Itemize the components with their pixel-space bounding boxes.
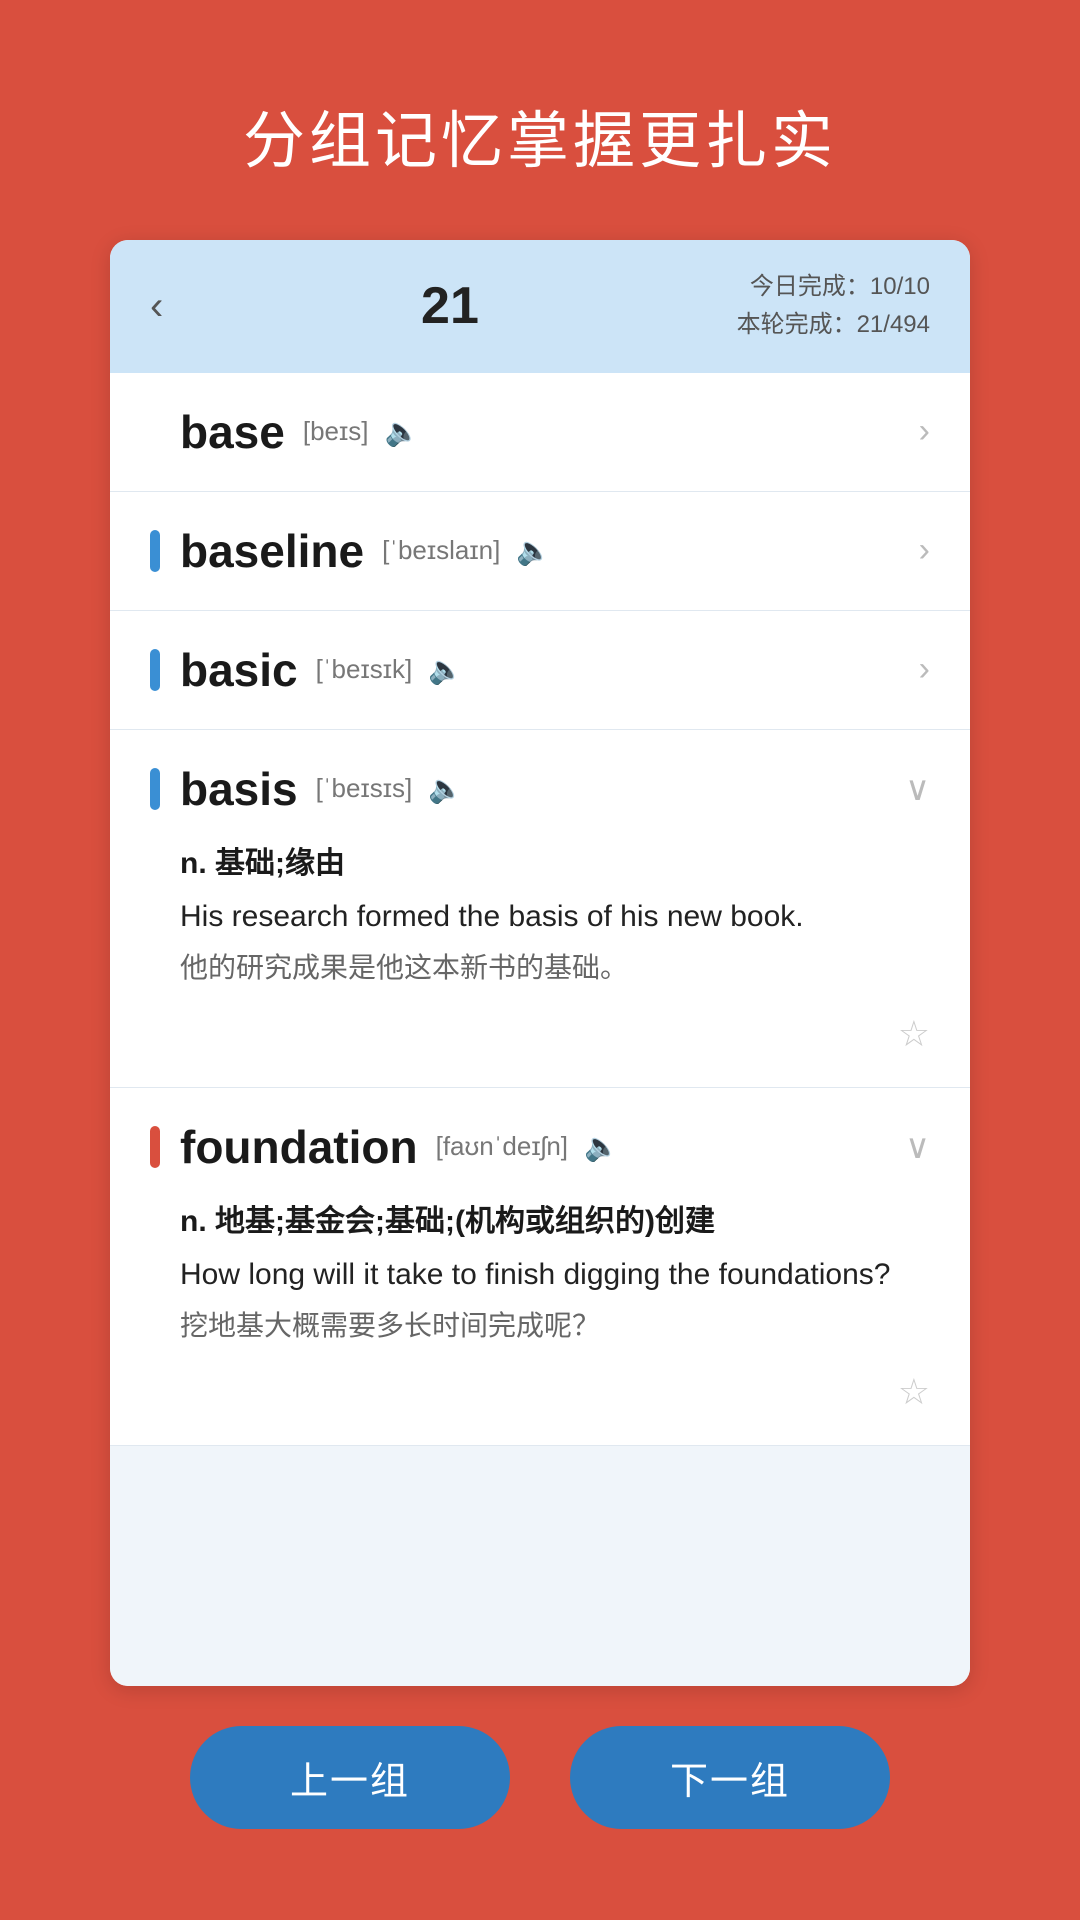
word-text: basis bbox=[180, 762, 298, 816]
word-indicator bbox=[150, 1126, 160, 1168]
header-stats: 今日完成：10/10 本轮完成：21/494 bbox=[737, 268, 930, 345]
word-row[interactable]: basic [ˈbeɪsɪk] 🔈 › bbox=[110, 611, 970, 730]
word-indicator bbox=[150, 530, 160, 572]
word-phonetic: [ˈbeɪslaɪn] bbox=[382, 535, 500, 566]
word-row[interactable]: baseline [ˈbeɪslaɪn] 🔈 › bbox=[110, 492, 970, 611]
card-header: ‹ 21 今日完成：10/10 本轮完成：21/494 bbox=[110, 240, 970, 373]
star-icon[interactable]: ☆ bbox=[898, 1013, 930, 1055]
speaker-icon[interactable]: 🔈 bbox=[584, 1130, 619, 1163]
word-row-expanded[interactable]: foundation [faʊnˈdeɪʃn] 🔈 ∨ n. 地基;基金会;基础… bbox=[110, 1088, 970, 1446]
word-indicator bbox=[150, 768, 160, 810]
definition-example-cn: 他的研究成果是他这本新书的基础。 bbox=[180, 947, 930, 989]
word-definition: n. 基础;缘由 His research formed the basis o… bbox=[150, 838, 930, 1005]
prev-group-button[interactable]: 上一组 bbox=[190, 1726, 510, 1829]
word-card: ‹ 21 今日完成：10/10 本轮完成：21/494 base [beɪs] … bbox=[110, 240, 970, 1686]
word-definition: n. 地基;基金会;基础;(机构或组织的)创建 How long will it… bbox=[150, 1196, 930, 1363]
speaker-icon[interactable]: 🔈 bbox=[428, 653, 463, 686]
back-button[interactable]: ‹ bbox=[150, 284, 163, 329]
word-text: base bbox=[180, 405, 285, 459]
word-text: foundation bbox=[180, 1120, 418, 1174]
empty-area bbox=[110, 1446, 970, 1686]
word-row-header: baseline [ˈbeɪslaɪn] 🔈 › bbox=[150, 524, 930, 578]
definition-example-en: His research formed the basis of his new… bbox=[180, 894, 930, 939]
speaker-icon[interactable]: 🔈 bbox=[428, 772, 463, 805]
definition-pos: n. 地基;基金会;基础;(机构或组织的)创建 bbox=[180, 1196, 930, 1240]
word-row-header: basis [ˈbeɪsɪs] 🔈 ∨ bbox=[150, 762, 930, 816]
speaker-icon[interactable]: 🔈 bbox=[384, 415, 419, 448]
word-indicator bbox=[150, 411, 160, 453]
word-row[interactable]: base [beɪs] 🔈 › bbox=[110, 373, 970, 492]
word-phonetic: [ˈbeɪsɪs] bbox=[316, 773, 413, 804]
expand-arrow[interactable]: › bbox=[919, 650, 930, 689]
definition-example-cn: 挖地基大概需要多长时间完成呢？ bbox=[180, 1305, 930, 1347]
stats-today: 今日完成：10/10 bbox=[737, 268, 930, 306]
card-number: 21 bbox=[421, 276, 479, 336]
expand-arrow[interactable]: › bbox=[919, 412, 930, 451]
word-row-header: base [beɪs] 🔈 › bbox=[150, 405, 930, 459]
word-row-header: basic [ˈbeɪsɪk] 🔈 › bbox=[150, 643, 930, 697]
word-text: basic bbox=[180, 643, 298, 697]
word-phonetic: [ˈbeɪsɪk] bbox=[316, 654, 413, 685]
word-row-header: foundation [faʊnˈdeɪʃn] 🔈 ∨ bbox=[150, 1120, 930, 1174]
word-row-expanded[interactable]: basis [ˈbeɪsɪs] 🔈 ∨ n. 基础;缘由 His researc… bbox=[110, 730, 970, 1088]
stats-round: 本轮完成：21/494 bbox=[737, 306, 930, 344]
word-phonetic: [faʊnˈdeɪʃn] bbox=[436, 1131, 568, 1162]
collapse-arrow[interactable]: ∨ bbox=[905, 769, 930, 809]
word-indicator bbox=[150, 649, 160, 691]
definition-example-en: How long will it take to finish digging … bbox=[180, 1252, 930, 1297]
page-title: 分组记忆掌握更扎实 bbox=[243, 90, 837, 180]
expand-arrow[interactable]: › bbox=[919, 531, 930, 570]
word-text: baseline bbox=[180, 524, 364, 578]
star-icon[interactable]: ☆ bbox=[898, 1371, 930, 1413]
collapse-arrow[interactable]: ∨ bbox=[905, 1127, 930, 1167]
bottom-buttons: 上一组 下一组 bbox=[110, 1686, 970, 1889]
word-phonetic: [beɪs] bbox=[303, 416, 369, 447]
next-group-button[interactable]: 下一组 bbox=[570, 1726, 890, 1829]
definition-pos: n. 基础;缘由 bbox=[180, 838, 930, 882]
speaker-icon[interactable]: 🔈 bbox=[516, 534, 551, 567]
